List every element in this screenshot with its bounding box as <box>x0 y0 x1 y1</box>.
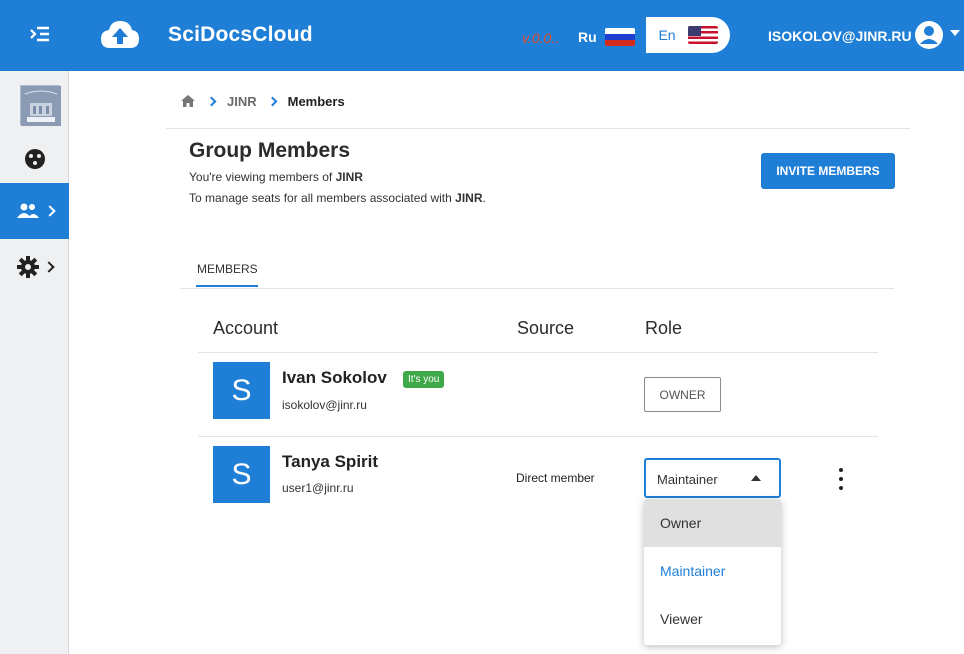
language-en-label: En <box>658 27 676 43</box>
tab-members[interactable]: MEMBERS <box>197 262 258 276</box>
cloud-upload-icon[interactable] <box>100 18 140 52</box>
its-you-badge: It's you <box>403 371 445 388</box>
viewing-description: You're viewing members of JINR <box>189 170 363 184</box>
version-label: v.0.0.. <box>522 30 560 46</box>
jinr-logo-icon <box>21 86 61 126</box>
divider <box>198 352 878 353</box>
sidebar-item-members[interactable] <box>0 183 69 239</box>
breadcrumb-members: Members <box>287 93 345 109</box>
member-email: user1@jinr.ru <box>282 481 354 495</box>
divider <box>166 128 910 129</box>
role-option-viewer[interactable]: Viewer <box>644 595 781 643</box>
caret-up-icon <box>751 475 761 481</box>
member-source: Direct member <box>516 471 595 485</box>
member-name: Ivan Sokolov <box>282 368 387 387</box>
role-select[interactable]: Maintainer <box>644 458 781 498</box>
member-name: Tanya Spirit <box>282 452 379 471</box>
group-name: JINR <box>335 170 363 184</box>
invite-members-button[interactable]: INVITE MEMBERS <box>761 153 895 189</box>
home-icon[interactable] <box>180 94 196 108</box>
chevron-right-icon <box>43 205 56 217</box>
chevron-right-icon <box>42 261 55 273</box>
language-ru-label: Ru <box>578 29 597 45</box>
viewing-prefix: You're viewing members of <box>189 170 333 184</box>
role-option-maintainer[interactable]: Maintainer <box>644 547 781 595</box>
divider <box>180 288 894 289</box>
language-ru-button[interactable]: Ru <box>578 26 635 48</box>
more-options-icon[interactable] <box>834 468 848 490</box>
manage-prefix: To manage seats for all members associat… <box>189 191 452 205</box>
member-email: isokolov@jinr.ru <box>282 398 367 412</box>
sidebar <box>0 71 69 654</box>
column-header-account: Account <box>213 318 279 338</box>
role-dropdown-menu: Owner Maintainer Viewer <box>644 499 781 645</box>
divider <box>198 436 878 437</box>
avatar: S <box>213 362 270 419</box>
manage-suffix: . <box>482 191 486 205</box>
tab-active-indicator <box>196 285 258 287</box>
group-name: JINR <box>455 191 483 205</box>
usa-flag-icon <box>687 26 718 44</box>
chevron-right-icon <box>267 96 278 106</box>
breadcrumb: JINR Members <box>180 90 345 112</box>
owner-role-badge: OWNER <box>644 377 721 412</box>
role-option-owner[interactable]: Owner <box>644 499 781 547</box>
sidebar-item-palette[interactable] <box>0 131 69 187</box>
gear-icon <box>16 256 39 278</box>
chevron-right-icon <box>206 96 217 106</box>
language-en-button[interactable]: En <box>646 17 730 53</box>
top-bar: SciDocsCloud v.0.0.. Ru En ISOKOLOV@JINR… <box>0 0 964 71</box>
breadcrumb-jinr[interactable]: JINR <box>227 94 257 109</box>
manage-description: To manage seats for all members associat… <box>189 191 486 205</box>
chevron-down-icon[interactable] <box>950 30 960 36</box>
column-header-source: Source <box>517 318 575 338</box>
russia-flag-icon <box>604 28 635 46</box>
group-icon <box>16 203 39 218</box>
role-select-value: Maintainer <box>657 472 718 487</box>
organization-logo[interactable] <box>20 85 61 126</box>
user-email[interactable]: ISOKOLOV@JINR.RU <box>768 28 912 44</box>
palette-icon <box>24 149 45 169</box>
app-title[interactable]: SciDocsCloud <box>168 23 313 47</box>
page-title: Group Members <box>189 139 351 162</box>
sidebar-item-settings[interactable] <box>0 239 69 295</box>
column-header-role: Role <box>645 318 683 338</box>
menu-collapse-icon[interactable] <box>28 22 52 46</box>
account-circle-icon[interactable] <box>914 20 944 50</box>
avatar: S <box>213 446 270 503</box>
